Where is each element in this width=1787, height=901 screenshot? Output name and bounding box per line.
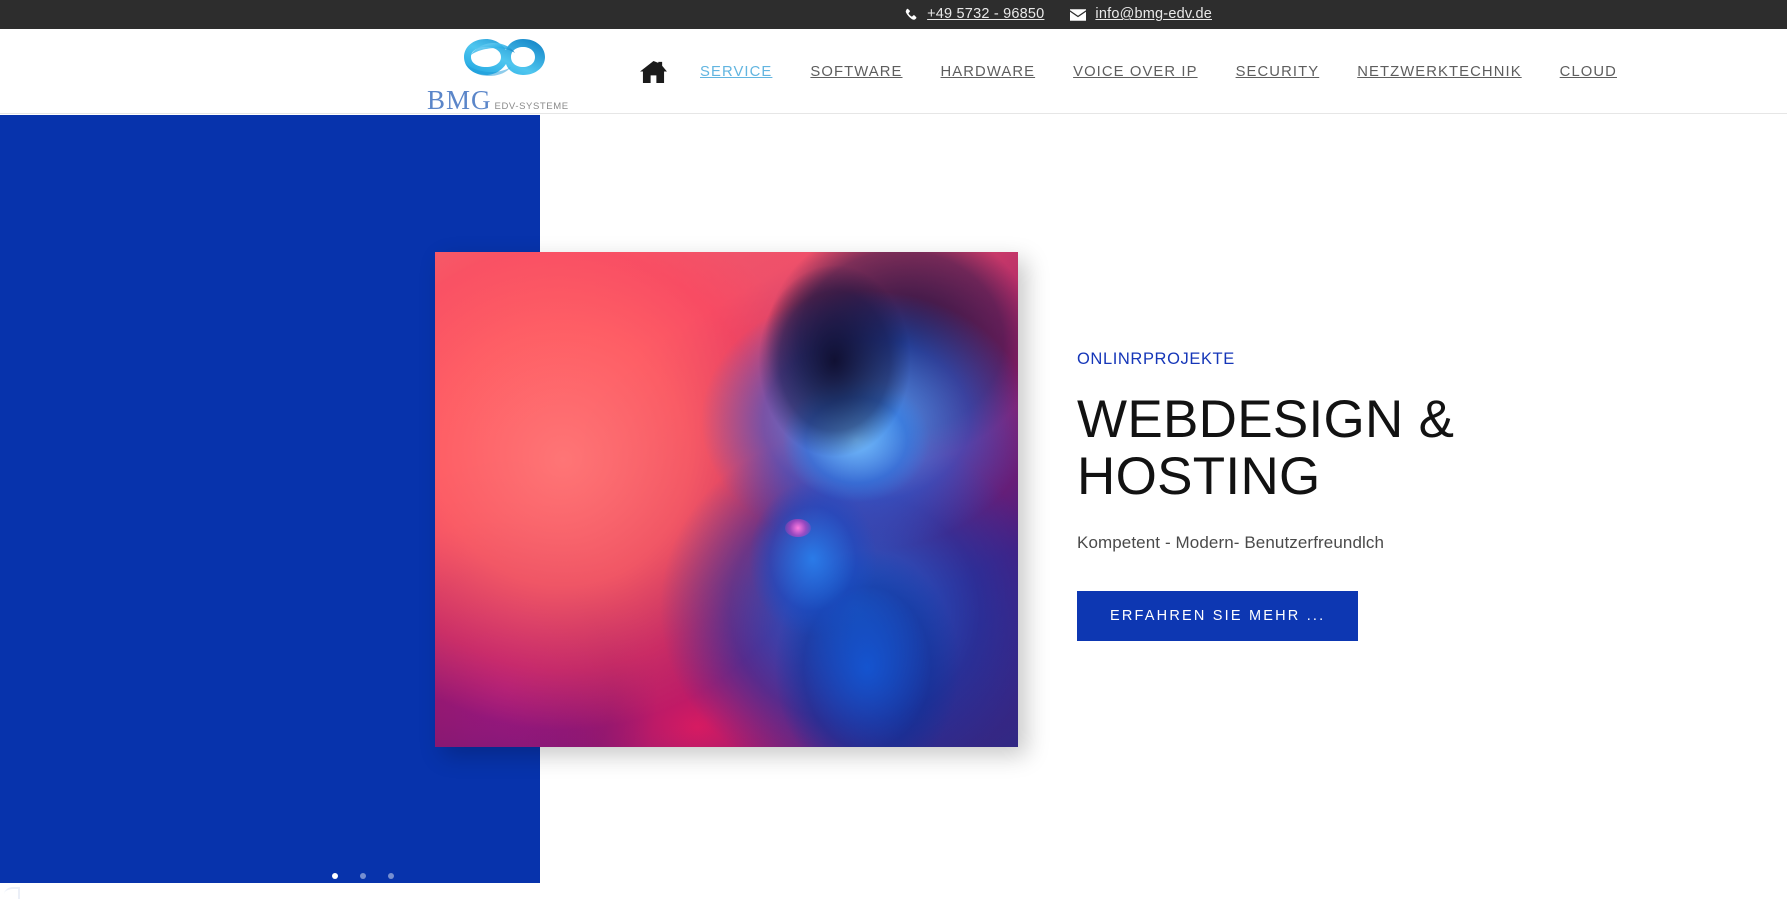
cloud-infinity-logo-icon — [427, 33, 557, 90]
main-navigation: SERVICE SOFTWARE HARDWARE VOICE OVER IP … — [640, 29, 1636, 113]
nav-item-home[interactable] — [640, 60, 681, 84]
nav-item-netzwerktechnik[interactable]: NETZWERKTECHNIK — [1338, 64, 1540, 80]
topbar-email-text: info@bmg-edv.de — [1095, 6, 1212, 23]
nav-item-cloud[interactable]: CLOUD — [1541, 64, 1636, 80]
nav-item-security[interactable]: SECURITY — [1217, 64, 1339, 80]
nav-item-software[interactable]: SOFTWARE — [791, 64, 921, 80]
hero-photo-figure — [668, 252, 1018, 747]
nav-item-hardware[interactable]: HARDWARE — [922, 64, 1055, 80]
topbar-phone-text: +49 5732 - 96850 — [927, 6, 1045, 23]
envelope-icon — [1070, 8, 1087, 21]
phone-icon — [904, 8, 918, 22]
logo-wordmark: BMG EDV-SYSTEME — [427, 85, 568, 114]
logo-name: BMG — [427, 85, 492, 114]
hero-cta-button[interactable]: ERFAHREN SIE MEHR ... — [1077, 591, 1359, 642]
hero-title: WEBDESIGN & HOSTING — [1077, 390, 1455, 507]
logo-tagline: EDV-SYSTEME — [494, 101, 569, 112]
top-utility-bar: +49 5732 - 96850 info@bmg-edv.de — [0, 0, 1787, 29]
slider-dot-1[interactable] — [332, 873, 338, 879]
slider-dot-3[interactable] — [388, 873, 394, 879]
slider-dot-2[interactable] — [360, 873, 366, 879]
hero-subtitle: Kompetent - Modern- Benutzerfreundlch — [1077, 533, 1385, 553]
topbar-phone[interactable]: +49 5732 - 96850 — [904, 7, 1044, 22]
site-header: BMG EDV-SYSTEME SERVICE SOFTWARE HARDWARE… — [0, 29, 1787, 114]
nav-item-service[interactable]: SERVICE — [681, 64, 791, 80]
hero-slide-image — [435, 252, 1018, 747]
hero-copy-block: ONLINRPROJEKTE WEBDESIGN & HOSTING Kompe… — [1077, 350, 1677, 642]
hero-slider: ONLINRPROJEKTE WEBDESIGN & HOSTING Kompe… — [0, 115, 1787, 901]
page-corner-decoration — [4, 887, 20, 899]
hero-eyebrow: ONLINRPROJEKTE — [1077, 350, 1235, 368]
slider-pagination-dots[interactable] — [332, 873, 394, 879]
site-logo[interactable]: BMG EDV-SYSTEME — [427, 33, 568, 114]
home-icon — [640, 60, 667, 84]
topbar-email[interactable]: info@bmg-edv.de — [1070, 7, 1212, 22]
nav-item-voice-over-ip[interactable]: VOICE OVER IP — [1054, 64, 1216, 80]
